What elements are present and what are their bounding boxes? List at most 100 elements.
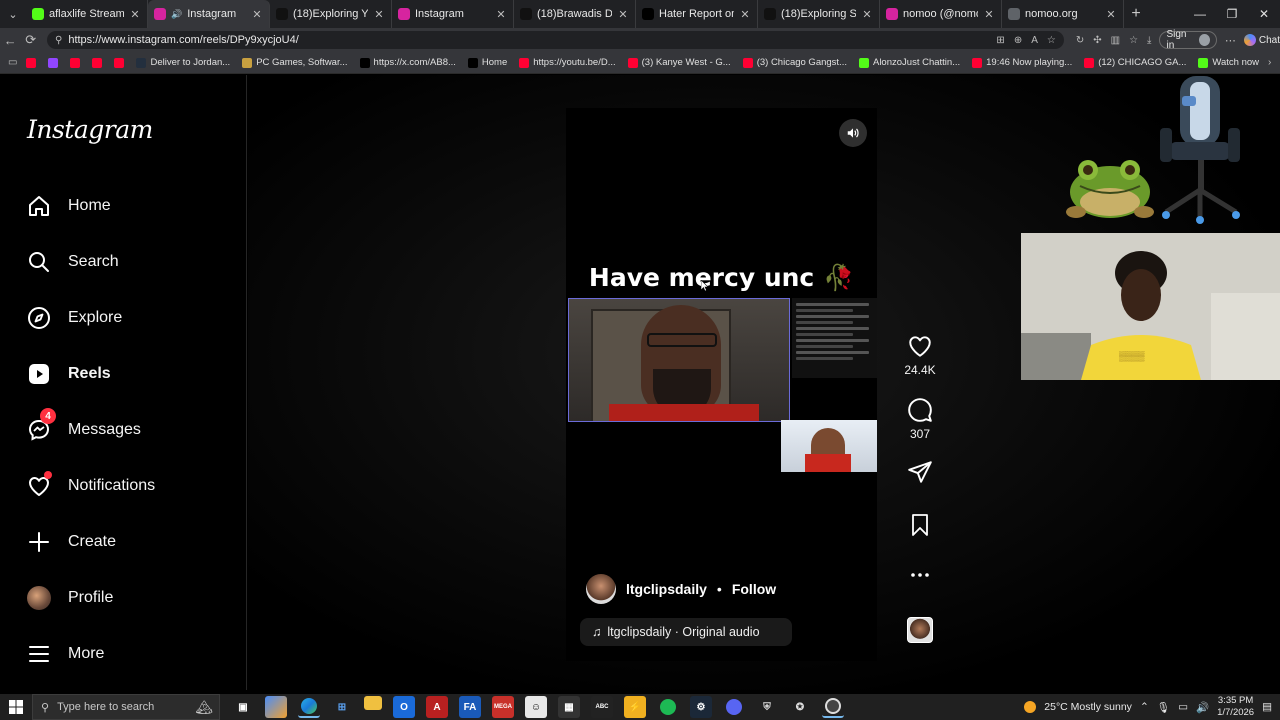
app-icon-fa[interactable]: FA: [459, 696, 481, 718]
app-available-icon[interactable]: ⊞: [996, 35, 1004, 46]
app-icon-shield[interactable]: ⛨: [756, 696, 778, 718]
browser-tab[interactable]: (18)Brawadis Discusses ✕: [514, 0, 636, 28]
nav-notifications[interactable]: Notifications: [26, 470, 155, 502]
file-explorer-icon[interactable]: [364, 696, 382, 710]
bookmark-item[interactable]: 19:46 Now playing...: [967, 57, 1077, 68]
bookmark-item[interactable]: Deliver to Jordan...: [131, 57, 235, 68]
browser-tab[interactable]: Instagram ✕: [392, 0, 514, 28]
minimize-button[interactable]: —: [1184, 7, 1216, 21]
tab-close-icon[interactable]: ✕: [739, 8, 751, 21]
refresh-extension-icon[interactable]: ↻: [1076, 35, 1084, 46]
browser-tab[interactable]: Hater Report on X: "Brui ✕: [636, 0, 758, 28]
more-menu-icon[interactable]: ⋯: [1225, 34, 1236, 47]
task-view-icon[interactable]: ▣: [232, 696, 254, 718]
nav-home[interactable]: Home: [26, 190, 111, 222]
edge-browser-icon[interactable]: [298, 696, 320, 718]
discord-icon[interactable]: [723, 696, 745, 718]
favorites-icon[interactable]: ☆: [1129, 35, 1138, 46]
app-icon-gear[interactable]: ✪: [789, 696, 811, 718]
address-bar[interactable]: ⚲ https://www.instagram.com/reels/DPy9xy…: [47, 31, 1064, 49]
nav-explore[interactable]: Explore: [26, 302, 122, 334]
store-icon[interactable]: ⊞: [331, 696, 353, 718]
browser-tab[interactable]: (18)Exploring Yohji Yam ✕: [270, 0, 392, 28]
bookmark-item[interactable]: [21, 57, 41, 68]
zoom-icon[interactable]: ⊕: [1014, 35, 1022, 46]
bookmark-item[interactable]: [43, 57, 63, 68]
tab-close-icon[interactable]: ✕: [495, 8, 507, 21]
tab-close-icon[interactable]: ✕: [251, 8, 263, 21]
bookmarks-overflow-icon[interactable]: ›: [1268, 57, 1271, 68]
browser-tab[interactable]: nomoo (@nomooburg ✕: [880, 0, 1002, 28]
comment-action[interactable]: 307: [900, 397, 940, 441]
author-avatar[interactable]: [586, 574, 616, 604]
save-action[interactable]: [900, 513, 940, 537]
sign-in-button[interactable]: Sign in: [1159, 29, 1217, 51]
audio-track-link[interactable]: ♫ ltgclipsdaily · Original audio: [580, 618, 792, 646]
nav-search[interactable]: Search: [26, 246, 119, 278]
app-icon-dark[interactable]: ▦: [558, 696, 580, 718]
weather-text[interactable]: 25°C Mostly sunny: [1044, 701, 1132, 713]
bookmark-item[interactable]: https://youtu.be/D...: [514, 57, 620, 68]
url-text[interactable]: https://www.instagram.com/reels/DPy9xycj…: [68, 34, 990, 46]
tab-close-icon[interactable]: ✕: [1105, 8, 1117, 21]
favorite-star-icon[interactable]: ☆: [1047, 35, 1056, 46]
outlook-icon[interactable]: O: [393, 696, 415, 718]
instagram-logo[interactable]: Instagram: [27, 115, 153, 144]
bookmark-item[interactable]: (12) CHICAGO GA...: [1079, 57, 1191, 68]
browser-tab[interactable]: aflaxlife Stream - Watch ✕: [26, 0, 148, 28]
extensions-icon[interactable]: ✣: [1093, 35, 1101, 46]
spotify-icon[interactable]: [657, 696, 679, 718]
new-tab-button[interactable]: +: [1124, 5, 1148, 23]
bookmark-item[interactable]: [109, 57, 129, 68]
start-button[interactable]: [0, 700, 32, 714]
tab-close-icon[interactable]: ✕: [129, 8, 141, 21]
mute-toggle-button[interactable]: [839, 119, 867, 147]
steam-icon[interactable]: ⚙: [690, 696, 712, 718]
bookmark-item[interactable]: Watch now: [1193, 57, 1264, 68]
bookmark-item[interactable]: AlonzoJust Chattin...: [854, 57, 965, 68]
tab-audio-icon[interactable]: 🔊: [171, 9, 182, 20]
downloads-icon[interactable]: ⤓: [1147, 35, 1151, 46]
author-username[interactable]: ltgclipsdaily: [626, 581, 707, 597]
app-icon-mega[interactable]: MEGA: [492, 696, 514, 718]
volume-tray-icon[interactable]: 🔊: [1196, 701, 1209, 714]
bookmark-item[interactable]: PC Games, Softwar...: [237, 57, 352, 68]
app-icon-bolt[interactable]: ⚡: [624, 696, 646, 718]
copilot-chat-button[interactable]: Chat: [1243, 34, 1280, 46]
site-info-icon[interactable]: ⚲: [55, 35, 62, 46]
browser-tab[interactable]: nomoo.org ✕: [1002, 0, 1124, 28]
reel-video[interactable]: Have mercy unc 🥀 ltgclipsdaily • Follow …: [566, 108, 877, 661]
clock[interactable]: 3:35 PM 1/7/2026: [1217, 695, 1254, 719]
network-icon[interactable]: ▭: [1178, 701, 1188, 713]
browser-tab[interactable]: (18)Exploring Stuart Boy ✕: [758, 0, 880, 28]
share-action[interactable]: [900, 459, 940, 485]
read-aloud-icon[interactable]: A: [1031, 35, 1038, 46]
back-button[interactable]: ←: [0, 33, 21, 48]
nav-reels[interactable]: Reels: [26, 358, 111, 390]
tab-close-icon[interactable]: ✕: [983, 8, 995, 21]
close-window-button[interactable]: ✕: [1248, 7, 1280, 21]
browser-tab[interactable]: 🔊 Instagram ✕: [148, 0, 270, 28]
nav-create[interactable]: Create: [26, 526, 116, 558]
bookmark-item[interactable]: (3) Kanye West - G...: [623, 57, 736, 68]
bookmark-item[interactable]: [87, 57, 107, 68]
refresh-button[interactable]: ⟳: [21, 32, 42, 48]
taskbar-search-box[interactable]: ⚲ Type here to search 🏔: [32, 694, 220, 720]
like-action[interactable]: 24.4K: [900, 333, 940, 377]
bookmark-folder-icon[interactable]: ▭: [8, 57, 17, 68]
notification-center-icon[interactable]: ▤: [1262, 701, 1272, 713]
bookmark-item[interactable]: (3) Chicago Gangst...: [738, 57, 852, 68]
tab-close-icon[interactable]: ✕: [373, 8, 385, 21]
follow-button[interactable]: Follow: [732, 581, 776, 597]
nav-profile[interactable]: Profile: [26, 582, 113, 614]
app-icon-person[interactable]: ☺: [525, 696, 547, 718]
tab-close-icon[interactable]: ✕: [861, 8, 873, 21]
bookmark-item[interactable]: https://x.com/AB8...: [355, 57, 461, 68]
nav-messages[interactable]: 4 Messages: [26, 408, 141, 446]
app-icon-text[interactable]: ABC: [591, 696, 613, 718]
tab-close-icon[interactable]: ✕: [617, 8, 629, 21]
split-screen-icon[interactable]: ▥: [1111, 35, 1120, 46]
bookmark-item[interactable]: Home: [463, 57, 512, 68]
maximize-button[interactable]: ❐: [1216, 7, 1248, 21]
mic-icon[interactable]: 🎙: [1157, 701, 1170, 714]
